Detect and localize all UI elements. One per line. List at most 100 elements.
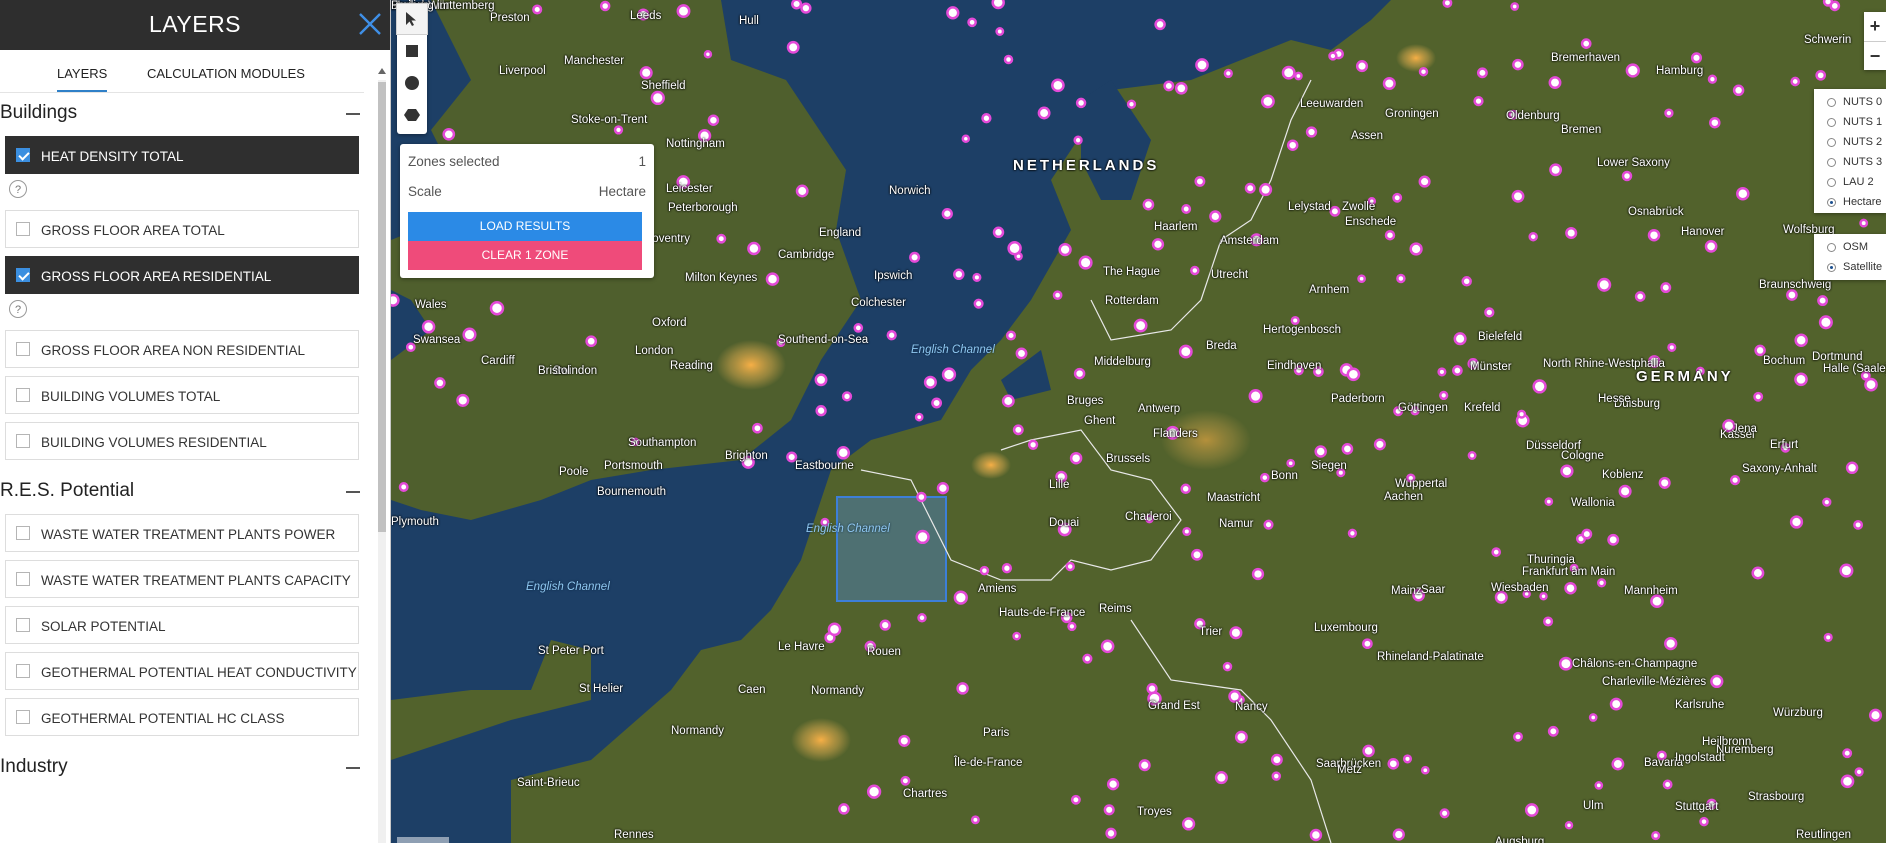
map-label-place: Arnhem	[1309, 284, 1350, 296]
heat-point	[1607, 533, 1620, 546]
heat-point	[1001, 394, 1015, 408]
close-icon[interactable]	[356, 10, 384, 38]
map-label-place: Cambridge	[778, 249, 835, 261]
radio-icon[interactable]	[1827, 178, 1836, 187]
heat-point	[1346, 367, 1361, 382]
heat-point	[1853, 519, 1864, 530]
heat-point	[1580, 38, 1592, 49]
clear-zone-button[interactable]: CLEAR 1 ZONE	[408, 241, 642, 270]
help-icon[interactable]: ?	[9, 180, 27, 198]
radio-icon[interactable]	[1827, 118, 1836, 127]
layer-item[interactable]: GEOTHERMAL POTENTIAL HEAT CONDUCTIVITY	[5, 652, 359, 690]
heat-point	[1355, 60, 1369, 73]
map-label-place: Bremerhaven	[1551, 52, 1621, 64]
heat-point	[1558, 656, 1573, 671]
scroll-thumb[interactable]	[378, 82, 386, 532]
heat-point	[1662, 779, 1673, 790]
heat-point	[1667, 342, 1677, 352]
checkbox[interactable]	[16, 710, 30, 724]
draw-circle-icon[interactable]	[397, 68, 427, 98]
heat-point	[1647, 228, 1661, 242]
heat-point	[791, 0, 803, 10]
heat-point	[1100, 639, 1115, 654]
map-label-sea: English Channel	[911, 344, 995, 356]
layer-item[interactable]: WASTE WATER TREATMENT PLANTS CAPACITY	[5, 560, 359, 598]
layer-item[interactable]: GROSS FLOOR AREA TOTAL	[5, 210, 359, 248]
collapse-icon[interactable]	[346, 767, 360, 769]
layer-label: GROSS FLOOR AREA TOTAL	[41, 223, 225, 238]
map-label-place: Swansea	[413, 334, 461, 346]
scroll-up-icon[interactable]	[378, 68, 386, 74]
heat-point	[1594, 781, 1604, 790]
draw-polygon-icon[interactable]	[397, 100, 427, 130]
map-label-place: Lelystad	[1288, 201, 1331, 213]
checkbox[interactable]	[16, 434, 30, 448]
layer-item[interactable]: WASTE WATER TREATMENT PLANTS POWER	[5, 514, 359, 552]
scale-selector: NUTS 0 NUTS 1 NUTS 2 NUTS 3 LAU 2 Hectare	[1814, 89, 1886, 213]
layer-label: GEOTHERMAL POTENTIAL HEAT CONDUCTIVITY	[41, 665, 357, 680]
scale-option-label: NUTS 2	[1843, 136, 1883, 148]
zoom-in-button[interactable]: +	[1864, 12, 1886, 42]
draw-rectangle-icon[interactable]	[397, 36, 427, 66]
zoom-out-button[interactable]: −	[1864, 42, 1886, 71]
radio-icon[interactable]	[1827, 198, 1836, 207]
map-label-place: Preston	[490, 12, 530, 24]
layer-list: Buildings HEAT DENSITY TOTAL ? GROSS FLO…	[0, 92, 360, 843]
checkbox[interactable]	[16, 572, 30, 586]
checkbox[interactable]	[16, 526, 30, 540]
map-label-place: Southampton	[628, 437, 697, 449]
collapse-icon[interactable]	[346, 113, 360, 115]
layer-item[interactable]: GEOTHERMAL POTENTIAL HC CLASS	[5, 698, 359, 736]
layer-item[interactable]: BUILDING VOLUMES TOTAL	[5, 376, 359, 414]
layer-item[interactable]: BUILDING VOLUMES RESIDENTIAL	[5, 422, 359, 460]
checkbox[interactable]	[16, 268, 30, 282]
section-industry[interactable]: Industry	[0, 746, 360, 786]
checkbox[interactable]	[16, 388, 30, 402]
heat-point	[1174, 81, 1188, 95]
heat-point	[1007, 240, 1022, 256]
checkbox[interactable]	[16, 664, 30, 678]
radio-icon[interactable]	[1827, 158, 1836, 167]
map-label-place: Strasbourg	[1748, 791, 1805, 803]
layer-item[interactable]: HEAT DENSITY TOTAL	[5, 136, 359, 174]
map-label-place: Bielefeld	[1478, 331, 1523, 343]
basemap-option-label: Satellite	[1843, 261, 1883, 273]
heat-point	[946, 6, 960, 20]
heat-point	[1609, 697, 1623, 711]
radio-icon[interactable]	[1827, 138, 1836, 147]
load-results-button[interactable]: LOAD RESULTS	[408, 212, 642, 241]
heat-point	[909, 251, 921, 263]
checkbox[interactable]	[16, 222, 30, 236]
heat-point	[1452, 365, 1463, 376]
heat-point	[1392, 192, 1403, 203]
map-label-place: Zwolle	[1342, 201, 1376, 213]
help-icon[interactable]: ?	[9, 300, 27, 318]
heat-point	[1439, 390, 1449, 401]
map-label-place: Saar	[1421, 584, 1446, 596]
layer-item[interactable]: GROSS FLOOR AREA NON RESIDENTIAL	[5, 330, 359, 368]
map-label-place: Cardiff	[481, 355, 515, 367]
section-buildings[interactable]: Buildings	[0, 92, 360, 132]
section-res-potential[interactable]: R.E.S. Potential	[0, 470, 360, 510]
map-label-place: Erfurt	[1770, 439, 1799, 451]
layer-item[interactable]: GROSS FLOOR AREA RESIDENTIAL	[5, 256, 359, 294]
heat-point	[1409, 242, 1423, 256]
heat-point	[1103, 804, 1115, 816]
checkbox[interactable]	[16, 148, 30, 162]
radio-icon[interactable]	[1827, 263, 1836, 272]
sidebar-scrollbar[interactable]	[376, 68, 388, 843]
heat-point	[747, 241, 761, 256]
map-label-place: Krefeld	[1464, 402, 1501, 414]
tab-calculation-modules[interactable]: CALCULATION MODULES	[147, 66, 305, 81]
heat-point	[1548, 76, 1562, 90]
select-cursor-icon[interactable]	[396, 3, 428, 35]
collapse-icon[interactable]	[346, 491, 360, 493]
map-label-place: Siegen	[1311, 460, 1347, 472]
checkbox[interactable]	[16, 342, 30, 356]
layer-item[interactable]: SOLAR POTENTIAL	[5, 606, 359, 644]
map-view[interactable]: NETHERLANDS GERMANY English Channel Engl…	[391, 0, 1886, 843]
tab-layers[interactable]: LAYERS	[57, 66, 108, 92]
radio-icon[interactable]	[1827, 243, 1836, 252]
radio-icon[interactable]	[1827, 98, 1836, 107]
checkbox[interactable]	[16, 618, 30, 632]
